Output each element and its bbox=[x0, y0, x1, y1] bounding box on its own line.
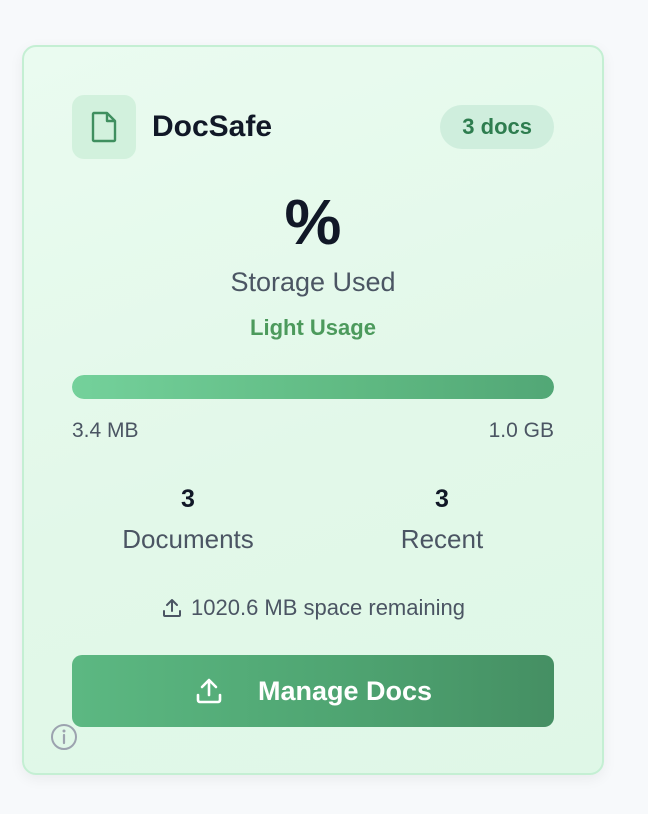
manage-docs-button[interactable]: Manage Docs bbox=[72, 655, 554, 727]
storage-used-size: 3.4 MB bbox=[72, 419, 139, 442]
document-icon bbox=[91, 111, 117, 143]
storage-label: Storage Used bbox=[230, 267, 396, 297]
upload-icon bbox=[163, 599, 182, 617]
stat-documents: 3 Documents bbox=[78, 483, 298, 555]
stat-recent-label: Recent bbox=[400, 524, 484, 554]
manage-docs-label: Manage Docs bbox=[257, 675, 433, 706]
stat-documents-value: 3 bbox=[181, 485, 195, 513]
doc-count-badge: 3 docs bbox=[440, 105, 554, 149]
stat-documents-label: Documents bbox=[122, 524, 254, 554]
usage-level: Light Usage bbox=[250, 315, 376, 340]
storage-percent: % bbox=[284, 186, 342, 258]
storage-progress-bar bbox=[72, 375, 554, 399]
storage-card: DocSafe 3 docs % Storage Used Light Usag… bbox=[22, 45, 604, 775]
storage-progress-fill bbox=[72, 375, 554, 399]
space-remaining: 1020.6 MB space remaining bbox=[24, 595, 602, 621]
space-remaining-text: 1020.6 MB space remaining bbox=[191, 595, 465, 620]
upload-icon bbox=[196, 678, 222, 704]
app-title: DocSafe bbox=[152, 110, 273, 143]
app-logo bbox=[72, 95, 136, 159]
stat-recent-value: 3 bbox=[435, 485, 449, 513]
storage-total-size: 1.0 GB bbox=[488, 419, 554, 442]
info-icon[interactable] bbox=[50, 723, 78, 751]
stat-recent: 3 Recent bbox=[332, 483, 552, 555]
